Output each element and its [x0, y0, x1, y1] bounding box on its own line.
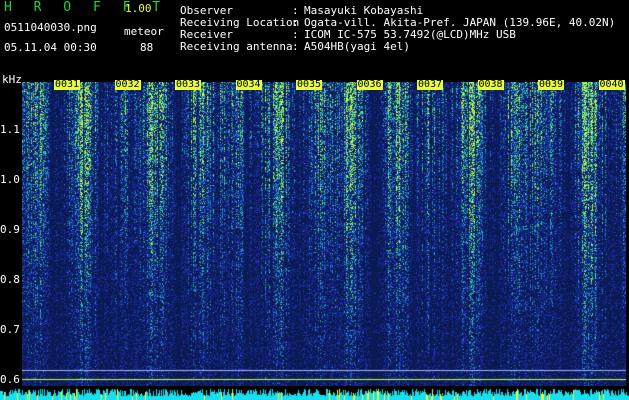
- time-mark-label: 0031: [54, 79, 81, 90]
- time-mark-label: 0038: [477, 79, 504, 90]
- time-mark-label: 0033: [175, 79, 202, 90]
- time-mark-label: 0035: [296, 79, 323, 90]
- time-mark-label: 0036: [356, 79, 383, 90]
- y-tick-label: 0.8: [0, 273, 20, 286]
- y-tick-label: 1.1: [0, 123, 20, 136]
- spectrogram-canvas: [22, 82, 626, 390]
- time-mark-label: 0037: [417, 79, 444, 90]
- time-mark-label: 0040: [598, 79, 625, 90]
- signal-level-strip: [0, 386, 629, 400]
- detector-label: meteor: [124, 25, 164, 38]
- y-unit-label: kHz: [2, 73, 22, 86]
- y-tick-label: 0.7: [0, 323, 20, 336]
- time-mark-label: 0034: [235, 79, 262, 90]
- info-value-antenna: A504HB(yagi 4el): [304, 40, 410, 53]
- signal-level-canvas: [0, 386, 629, 400]
- hrofft-window: H R O F F T 1.00 0511040030.png meteor 0…: [0, 0, 629, 400]
- spectrogram: [22, 82, 626, 390]
- version-label: 1.00: [125, 2, 152, 15]
- filename-label: 0511040030.png: [4, 21, 97, 34]
- detector-count: 88: [140, 41, 154, 54]
- y-tick-label: 1.0: [0, 173, 20, 186]
- y-tick-label: 0.6: [0, 373, 20, 386]
- info-label-antenna: Receiving antenna: [180, 40, 293, 53]
- y-tick-label: 0.9: [0, 223, 20, 236]
- time-mark-label: 0032: [114, 79, 141, 90]
- time-mark-label: 0039: [538, 79, 565, 90]
- info-colon: :: [292, 40, 299, 53]
- datetime-label: 05.11.04 00:30: [4, 41, 97, 54]
